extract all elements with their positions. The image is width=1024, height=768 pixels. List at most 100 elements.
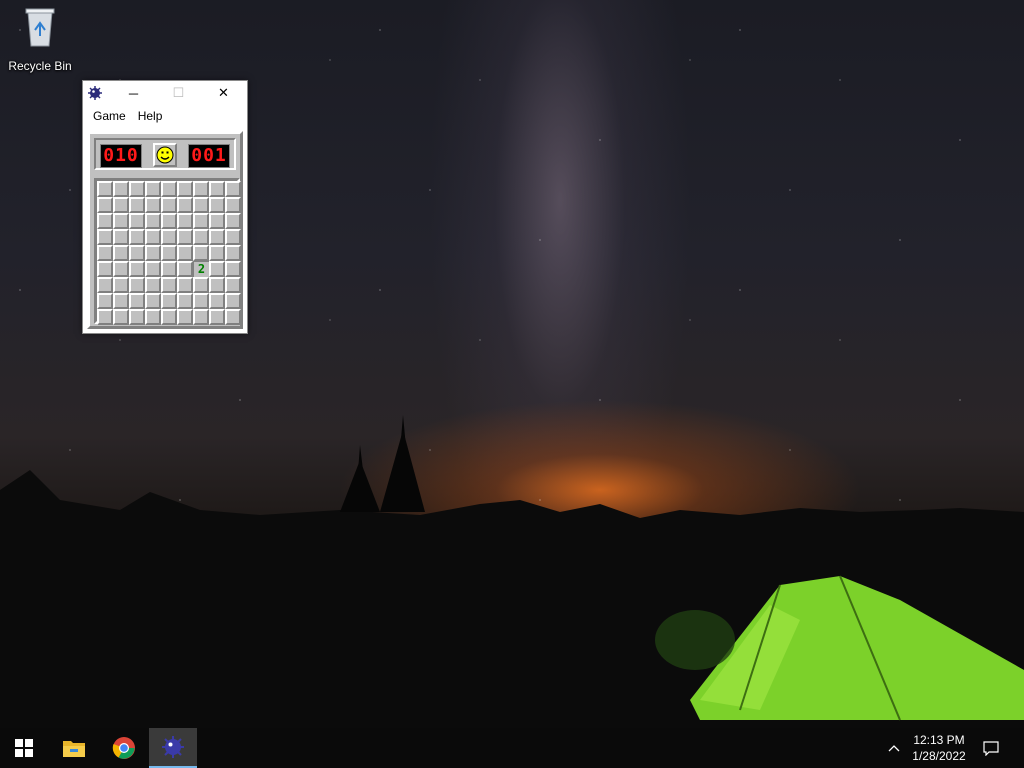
minesweeper-window[interactable]: ─ ☐ ✕ Game Help 010 001 2: [82, 80, 248, 334]
mine-cell[interactable]: [129, 293, 145, 309]
mine-cell[interactable]: [177, 245, 193, 261]
minimize-button[interactable]: ─: [111, 81, 156, 105]
mine-cell[interactable]: [145, 261, 161, 277]
mine-cell[interactable]: [97, 213, 113, 229]
mine-cell[interactable]: [145, 181, 161, 197]
taskbar-chrome[interactable]: [100, 728, 148, 768]
mine-cell[interactable]: [97, 197, 113, 213]
mine-cell[interactable]: [177, 309, 193, 325]
mine-cell[interactable]: [209, 261, 225, 277]
mine-cell[interactable]: [113, 245, 129, 261]
mine-cell[interactable]: [145, 229, 161, 245]
mine-cell[interactable]: [161, 245, 177, 261]
mine-cell[interactable]: [161, 197, 177, 213]
mine-cell[interactable]: [193, 277, 209, 293]
mine-cell[interactable]: [209, 277, 225, 293]
mine-cell[interactable]: [161, 261, 177, 277]
mine-cell[interactable]: [145, 197, 161, 213]
mine-cell[interactable]: [225, 229, 241, 245]
file-explorer-icon: [63, 741, 85, 757]
start-button[interactable]: [0, 728, 48, 768]
recycle-bin-shortcut[interactable]: Recycle Bin: [4, 6, 76, 76]
mine-cell[interactable]: [97, 293, 113, 309]
taskbar-minesweeper[interactable]: [149, 728, 197, 768]
mine-cell[interactable]: [97, 229, 113, 245]
mine-cell[interactable]: [177, 181, 193, 197]
revealed-cell[interactable]: 2: [193, 261, 209, 277]
mine-cell[interactable]: [177, 277, 193, 293]
taskbar-file-explorer[interactable]: [50, 728, 98, 768]
mine-cell[interactable]: [193, 197, 209, 213]
mine-cell[interactable]: [161, 229, 177, 245]
mine-cell[interactable]: [129, 229, 145, 245]
mine-cell[interactable]: [193, 309, 209, 325]
mine-cell[interactable]: [113, 213, 129, 229]
mine-cell[interactable]: [161, 277, 177, 293]
mine-cell[interactable]: [129, 261, 145, 277]
mine-cell[interactable]: [177, 213, 193, 229]
mine-cell[interactable]: [145, 277, 161, 293]
mine-cell[interactable]: [97, 309, 113, 325]
mine-cell[interactable]: [145, 245, 161, 261]
mine-cell[interactable]: [113, 197, 129, 213]
mine-cell[interactable]: [113, 309, 129, 325]
new-game-smiley-button[interactable]: [153, 143, 177, 167]
mine-cell[interactable]: [161, 309, 177, 325]
mine-cell[interactable]: [97, 261, 113, 277]
mine-cell[interactable]: [113, 181, 129, 197]
mine-cell[interactable]: [225, 245, 241, 261]
mine-cell[interactable]: [145, 213, 161, 229]
clock-time: 12:13 PM: [913, 733, 965, 747]
title-bar[interactable]: ─ ☐ ✕: [83, 81, 247, 105]
mine-cell[interactable]: [113, 293, 129, 309]
mine-cell[interactable]: [209, 293, 225, 309]
mine-cell[interactable]: [145, 309, 161, 325]
mine-cell[interactable]: [193, 229, 209, 245]
clock[interactable]: 12:13 PM 1/28/2022: [904, 732, 974, 764]
mine-cell[interactable]: [177, 197, 193, 213]
action-center-button[interactable]: [976, 728, 1006, 768]
mine-cell[interactable]: [209, 229, 225, 245]
mine-cell[interactable]: [225, 261, 241, 277]
mine-cell[interactable]: [225, 213, 241, 229]
mine-cell[interactable]: [129, 213, 145, 229]
mine-cell[interactable]: [113, 277, 129, 293]
mine-cell[interactable]: [225, 181, 241, 197]
mine-cell[interactable]: [97, 245, 113, 261]
mine-cell[interactable]: [145, 293, 161, 309]
mine-cell[interactable]: [193, 245, 209, 261]
menu-help[interactable]: Help: [132, 107, 169, 125]
mine-cell[interactable]: [193, 181, 209, 197]
mine-cell[interactable]: [97, 277, 113, 293]
close-button[interactable]: ✕: [201, 81, 246, 105]
mine-cell[interactable]: [225, 309, 241, 325]
mine-cell[interactable]: [129, 245, 145, 261]
mine-cell[interactable]: [225, 197, 241, 213]
mine-cell[interactable]: [177, 293, 193, 309]
mine-cell[interactable]: [209, 245, 225, 261]
mine-cell[interactable]: [161, 181, 177, 197]
mine-cell[interactable]: [209, 197, 225, 213]
mine-cell[interactable]: [113, 261, 129, 277]
mine-cell[interactable]: [193, 213, 209, 229]
mine-cell[interactable]: [225, 293, 241, 309]
mine-cell[interactable]: [209, 309, 225, 325]
mine-cell[interactable]: [129, 181, 145, 197]
show-hidden-icons-button[interactable]: [882, 728, 906, 768]
menu-game[interactable]: Game: [87, 107, 132, 125]
mine-cell[interactable]: [97, 181, 113, 197]
mine-cell[interactable]: [161, 213, 177, 229]
mine-cell[interactable]: [225, 277, 241, 293]
mine-cell[interactable]: [209, 181, 225, 197]
mine-cell[interactable]: [209, 213, 225, 229]
mine-cell[interactable]: [161, 293, 177, 309]
mine-cell[interactable]: [177, 229, 193, 245]
mine-cell[interactable]: [129, 197, 145, 213]
mine-cell[interactable]: [193, 293, 209, 309]
mine-cell[interactable]: [129, 277, 145, 293]
mine-field[interactable]: 2: [94, 178, 241, 325]
mine-cell[interactable]: [113, 229, 129, 245]
mine-cell[interactable]: [177, 261, 193, 277]
mine-cell[interactable]: [129, 309, 145, 325]
maximize-button[interactable]: ☐: [156, 81, 201, 105]
